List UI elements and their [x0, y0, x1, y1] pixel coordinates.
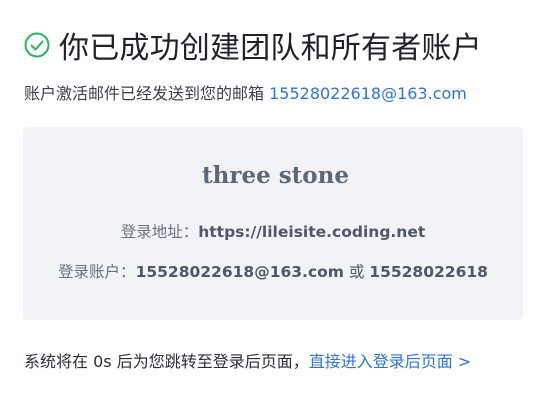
enter-page-link[interactable]: 直接进入登录后页面 > [309, 352, 472, 371]
login-account-phone: 15528022618 [369, 263, 488, 281]
login-account-label: 登录账户： [58, 263, 136, 281]
redirect-text: 系统将在 0s 后为您跳转至登录后页面， [24, 352, 309, 371]
page-title: 你已成功创建团队和所有者账户 [59, 31, 482, 66]
team-name: three stone [201, 162, 349, 189]
redirect-notice: 系统将在 0s 后为您跳转至登录后页面，直接进入登录后页面 > [24, 348, 471, 372]
check-circle-icon [24, 32, 50, 58]
notice-email: 15528022618@163.com [269, 84, 467, 103]
or-text: 或 [343, 263, 370, 281]
login-url-label: 登录地址： [120, 223, 199, 241]
activation-notice-text: 账户激活邮件已经发送到您的邮箱 [24, 84, 270, 103]
login-account-email: 15528022618@163.com [135, 263, 344, 281]
page: 你已成功创建团队和所有者账户 账户激活邮件已经发送到您的邮箱 155280226… [0, 0, 551, 419]
login-account-line: 登录账户：15528022618@163.com 或 15528022618 [23, 260, 523, 282]
login-url-line: 登录地址：https://lileisite.coding.net [23, 220, 523, 242]
title-row: 你已成功创建团队和所有者账户 [24, 22, 482, 68]
activation-notice: 账户激活邮件已经发送到您的邮箱 15528022618@163.com [24, 80, 467, 104]
login-url-value: https://lileisite.coding.net [198, 223, 426, 241]
